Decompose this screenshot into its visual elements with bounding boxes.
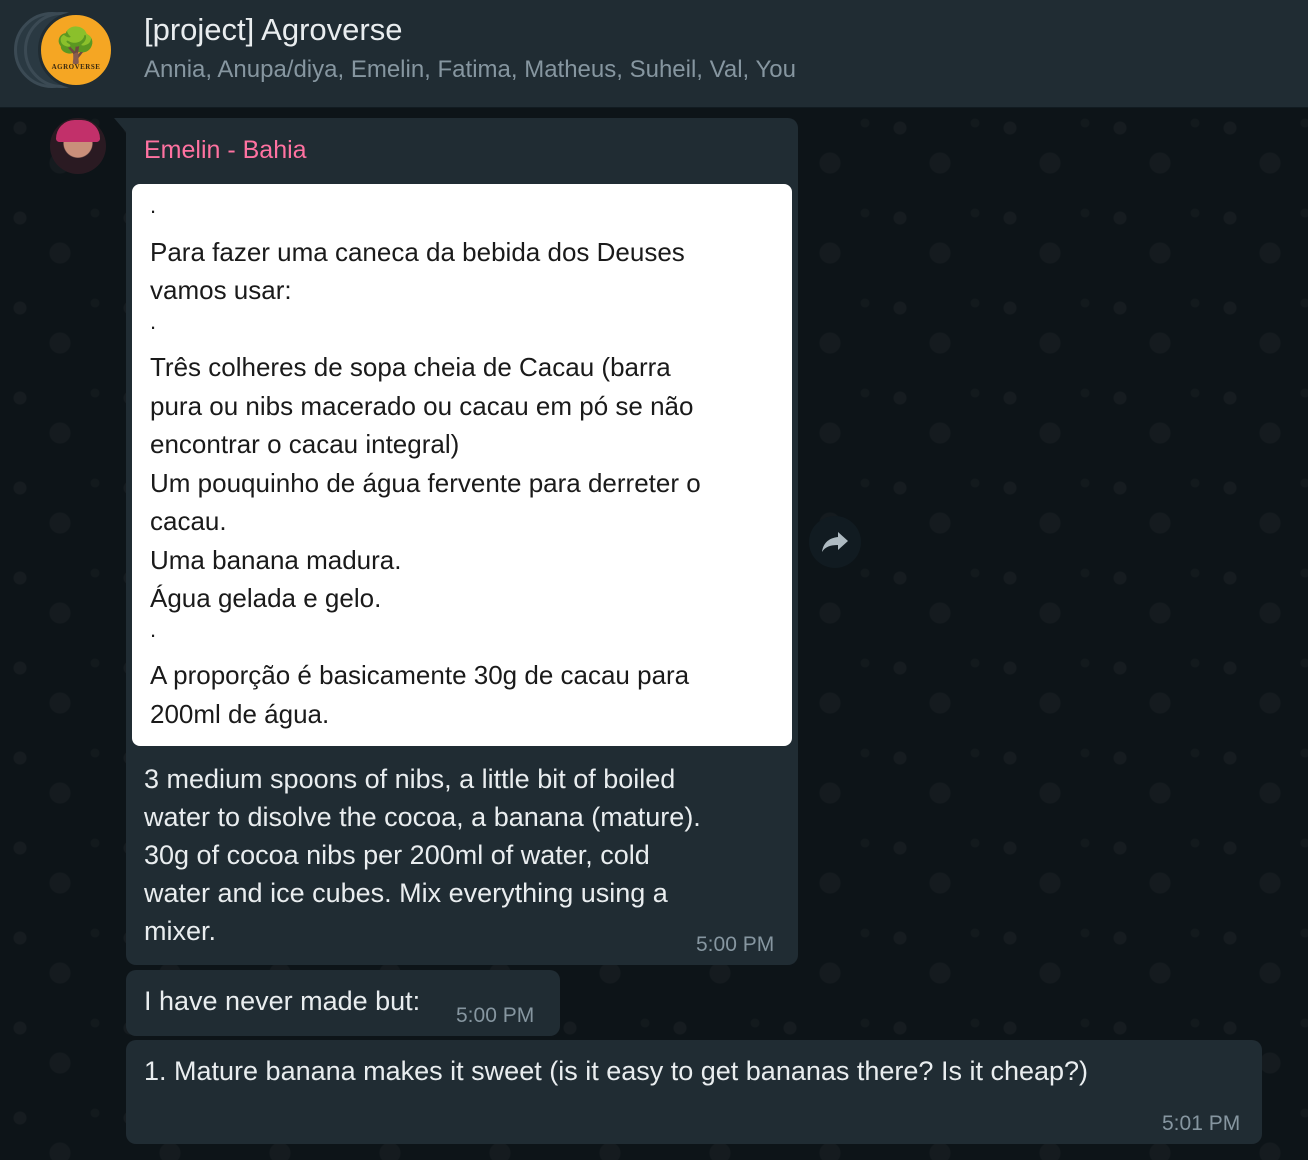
image-text-line: Água gelada e gelo. [150,583,382,613]
sender-avatar[interactable] [50,118,106,174]
message-caption: 3 medium spoons of nibs, a little bit of… [144,760,784,950]
image-text-line: Um pouquinho de água fervente para derre… [150,467,701,498]
image-text-line: A proporção é basicamente 30g de cacau p… [150,660,690,690]
image-text-line: . [150,616,157,642]
chat-members[interactable]: Annia, Anupa/diya, Emelin, Fatima, Mathe… [144,56,796,84]
image-text-line: 200ml de água. [150,698,330,729]
message-bubble-text[interactable]: 1. Mature banana makes it sweet (is it e… [126,1040,1262,1144]
chat-header[interactable]: 🌳 AGROVERSE [project] Agroverse Annia, A… [0,0,1308,108]
group-avatar[interactable]: 🌳 AGROVERSE [38,12,114,88]
caption-line: 30g of cocoa nibs per 200ml of water, co… [144,840,650,870]
forward-arrow-icon [822,532,848,552]
message-image[interactable]: . Para fazer uma caneca da bebida dos Deu… [132,184,792,746]
image-text-line: encontrar o cacau integral) [150,429,460,459]
image-text-line: Uma banana madura. [150,544,402,575]
message-bubble-image[interactable]: Emelin - Bahia . Para fazer uma caneca da… [114,118,798,965]
image-text-line: pura ou nibs macerado ou cacau em pó se … [150,390,694,421]
caption-line: mixer. [144,916,217,946]
caption-line: 3 medium spoons of nibs, a little bit of… [144,764,676,794]
image-text-line: Três colheres de sopa cheia de Cacau (ba… [150,352,671,382]
image-text-line: . [150,732,157,746]
image-text-line: vamos usar: [150,275,292,305]
avatar-hair [56,120,100,142]
caption-line: water to disolve the cocoa, a banana (ma… [144,802,701,832]
image-text-line: Para fazer uma caneca da bebida dos Deus… [150,236,685,267]
caption-line: water and ice cubes. Mix everything usin… [144,878,668,908]
image-text-line: cacau. [150,506,227,536]
message-time: 5:00 PM [456,1004,535,1027]
message-text: 1. Mature banana makes it sweet (is it e… [144,1056,1089,1086]
chat-title[interactable]: [project] Agroverse [144,12,402,48]
forward-button[interactable] [809,516,861,568]
group-avatar-stack[interactable]: 🌳 AGROVERSE [14,12,114,88]
image-text-line: . [150,308,157,334]
tree-logo-icon: 🌳 [54,27,98,65]
avatar-logo-text: AGROVERSE [51,63,101,71]
message-time: 5:01 PM [1162,1112,1241,1135]
sender-name[interactable]: Emelin - Bahia [144,136,307,165]
image-text-line: . [150,193,157,218]
message-time: 5:00 PM [696,933,775,956]
message-bubble-text[interactable]: I have never made but: 5:00 PM [126,970,560,1036]
message-text: I have never made but: [144,986,421,1016]
